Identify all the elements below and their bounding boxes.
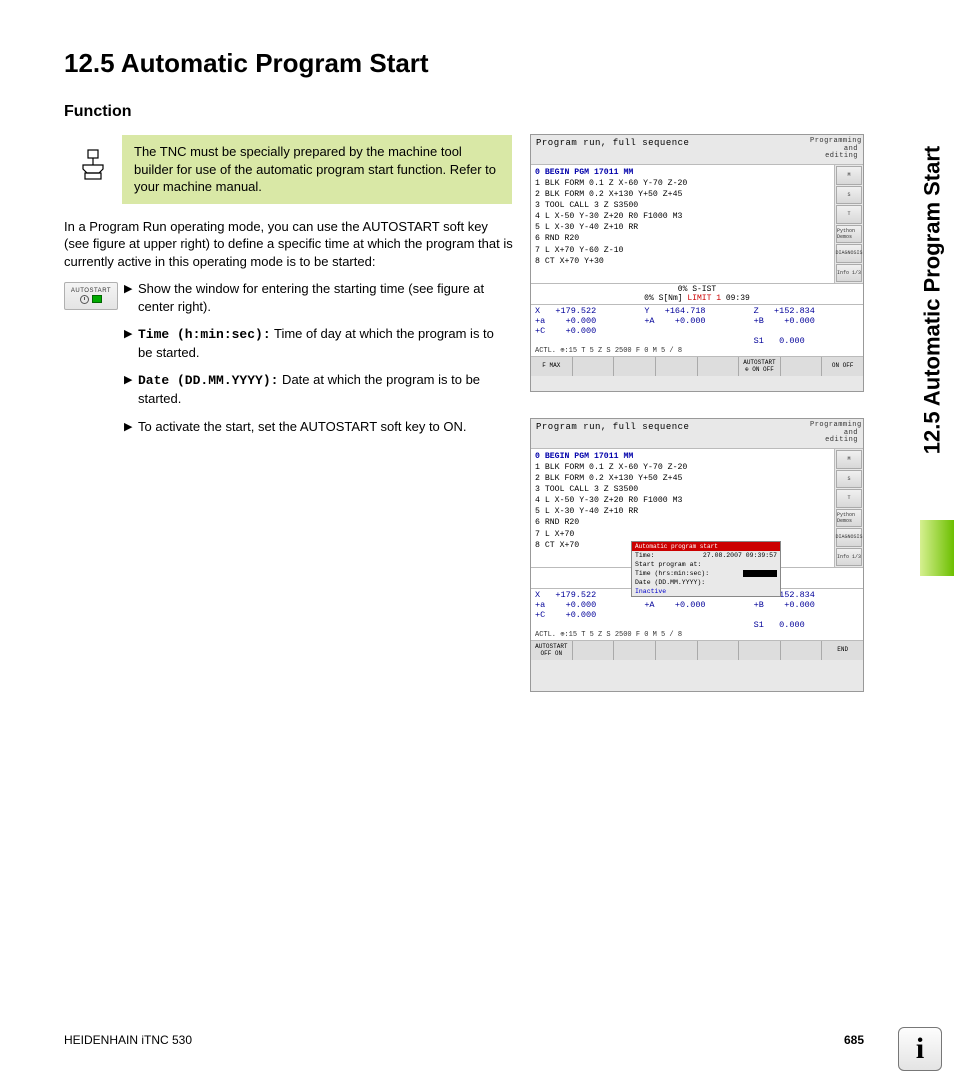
side-button[interactable]: M [836,166,862,185]
softkey[interactable] [739,641,781,660]
step-text: Show the window for entering the startin… [138,280,504,315]
softkey[interactable]: AUTOSTART OFF ON [531,641,573,660]
product-name: HEIDENHAIN iTNC 530 [64,1033,192,1047]
program-listing: 0 BEGIN PGM 17011 MM 1 BLK FORM 0.1 Z X-… [531,165,835,283]
softkey-row: AUTOSTART OFF ON END [531,640,863,660]
chevron-right-icon: ▶ [124,418,138,436]
side-button[interactable]: Info 1/3 [836,548,862,567]
screenshot-lower: Program run, full sequence Programming a… [530,418,864,692]
side-button-column: M S T Python Demos DIAGNOSIS Info 1/3 [835,165,863,283]
side-button[interactable]: DIAGNOSIS [836,528,862,547]
note-text: The TNC must be specially prepared by th… [122,135,512,204]
time-input[interactable] [743,570,777,577]
machine-manual-icon [79,149,107,181]
softkey[interactable] [656,641,698,660]
chevron-right-icon: ▶ [124,371,138,407]
side-button[interactable]: DIAGNOSIS [836,244,862,263]
coordinates: X +179.522Y +164.718Z +152.834 +a +0.000… [531,304,863,356]
page-number: 685 [844,1033,864,1047]
screenshot-upper: Program run, full sequence Programming a… [530,134,864,392]
clock-icon [80,295,89,304]
autostart-dialog: Automatic program start Time:27.08.2007 … [631,541,781,597]
status-area: 0% S-IST 0% S[Nm] LIMIT 1 09:39 [531,283,863,304]
dialog-status: Inactive [632,587,780,596]
intro-paragraph: In a Program Run operating mode, you can… [64,218,514,271]
thumb-tab [920,520,954,576]
softkey-row: F MAX AUTOSTART ⊕ ON OFF ON OFF [531,356,863,376]
mode-sub: Programming and editing [810,422,858,445]
softkey[interactable] [614,357,656,376]
softkey[interactable] [781,641,823,660]
mode-title: Program run, full sequence [536,138,689,161]
step-text: Date (DD.MM.YYYY): Date at which the pro… [138,371,504,407]
softkey[interactable]: AUTOSTART ⊕ ON OFF [739,357,781,376]
softkey[interactable] [614,641,656,660]
side-button[interactable]: Info 1/3 [836,264,862,283]
side-button[interactable]: Python Demos [836,225,862,244]
step-text: Time (h:min:sec): Time of day at which t… [138,325,504,361]
side-button-column: M S T Python Demos DIAGNOSIS Info 1/3 [835,449,863,567]
info-icon: i [898,1027,942,1071]
chevron-right-icon: ▶ [124,280,138,315]
softkey[interactable] [573,357,615,376]
softkey[interactable] [698,641,740,660]
side-button[interactable]: Python Demos [836,509,862,528]
autostart-softkey[interactable]: AUTOSTART [64,282,118,310]
softkey[interactable] [656,357,698,376]
side-button[interactable]: T [836,205,862,224]
toggle-icon [92,295,102,303]
softkey[interactable]: F MAX [531,357,573,376]
softkey[interactable] [573,641,615,660]
softkey[interactable] [781,357,823,376]
side-button[interactable]: S [836,470,862,489]
side-button[interactable]: T [836,489,862,508]
section-title: 12.5 Automatic Program Start [64,48,864,79]
side-button[interactable]: M [836,450,862,469]
softkey[interactable] [698,357,740,376]
softkey[interactable]: ON OFF [822,357,863,376]
function-heading: Function [64,103,864,121]
page-footer: HEIDENHAIN iTNC 530 685 [64,1033,864,1047]
softkey[interactable]: END [822,641,863,660]
mode-sub: Programming and editing [810,138,858,161]
step-text: To activate the start, set the AUTOSTART… [138,418,504,436]
side-tab: 12.5 Automatic Program Start [910,40,954,560]
mode-title: Program run, full sequence [536,422,689,445]
chevron-right-icon: ▶ [124,325,138,361]
softkey-label: AUTOSTART [71,288,111,294]
side-button[interactable]: S [836,186,862,205]
steps-list: ▶Show the window for entering the starti… [124,280,504,445]
dialog-title: Automatic program start [632,542,780,551]
